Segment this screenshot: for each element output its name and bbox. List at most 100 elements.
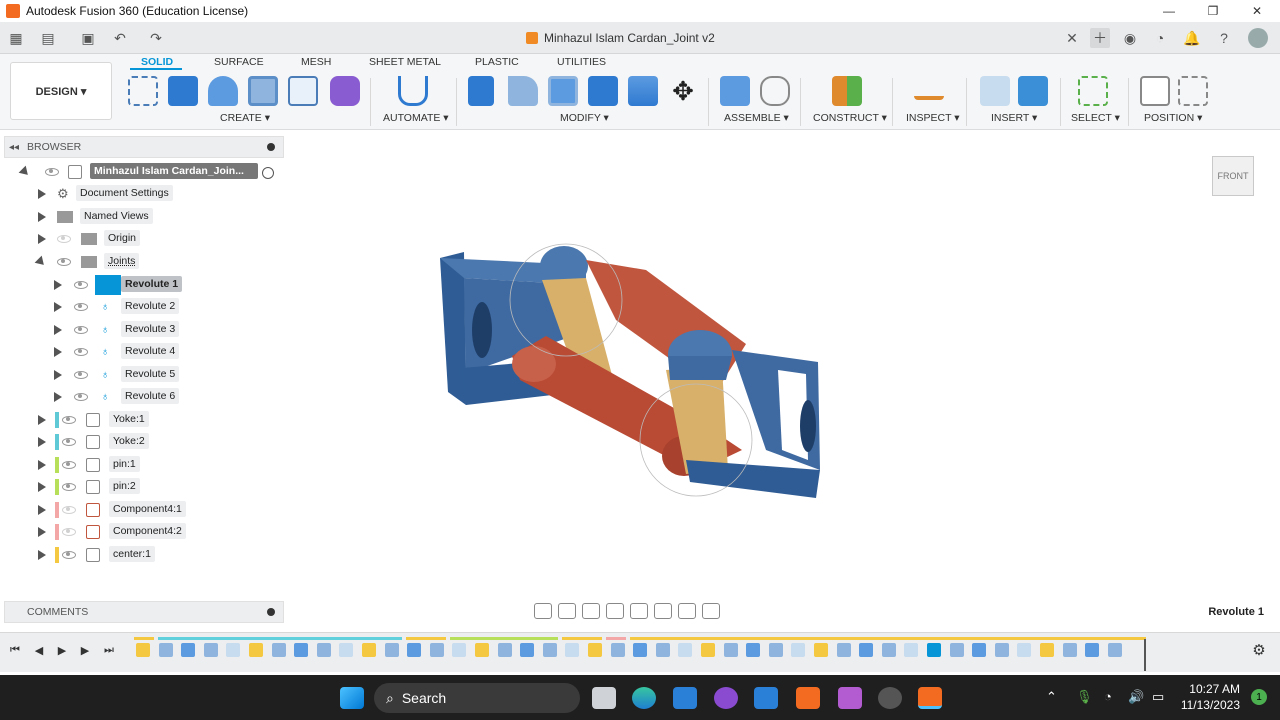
expand-icon[interactable] — [54, 370, 62, 380]
visibility-eye-icon[interactable] — [62, 416, 76, 424]
undo-icon[interactable]: ↶ — [110, 28, 130, 48]
help-icon[interactable]: ? — [1214, 28, 1234, 48]
browser-pin-icon[interactable] — [267, 143, 275, 151]
timeline-feature[interactable] — [655, 643, 670, 657]
browser-item-document-settings[interactable]: ⚙ Document Settings — [0, 184, 284, 204]
display-settings-icon[interactable] — [654, 603, 672, 619]
timeline-feature[interactable] — [746, 643, 761, 657]
redo-icon[interactable]: ↷ — [146, 28, 166, 48]
expand-icon[interactable] — [54, 347, 62, 357]
job-status-icon[interactable]: ◔ — [1150, 28, 1170, 48]
github-desktop-icon[interactable] — [714, 687, 738, 709]
go-to-end-icon[interactable]: ⏭ — [102, 643, 116, 657]
tray-chevron-icon[interactable]: ⌃ — [1046, 689, 1057, 705]
expand-icon[interactable] — [38, 482, 46, 492]
battery-icon[interactable]: ▭ — [1152, 689, 1164, 705]
notification-badge[interactable]: 1 — [1251, 689, 1267, 705]
document-tab[interactable]: Minhazul Islam Cardan_Joint v2 — [526, 27, 715, 49]
timeline-feature[interactable] — [701, 643, 715, 657]
assemble-menu[interactable]: ASSEMBLE ▾ — [724, 112, 789, 124]
media-app-icon[interactable] — [838, 687, 862, 709]
browser-item-yoke-2[interactable]: Yoke:2 — [0, 432, 284, 452]
timeline-feature[interactable] — [610, 643, 625, 657]
timeline-feature[interactable] — [814, 643, 828, 657]
timeline-feature[interactable] — [1040, 643, 1054, 657]
browser-item-component4-1[interactable]: Component4:1 — [0, 500, 284, 520]
rectangular-pattern-icon[interactable] — [288, 76, 318, 106]
visibility-eye-icon[interactable] — [45, 168, 59, 176]
orbit-icon[interactable] — [534, 603, 552, 619]
timeline-feature[interactable] — [1107, 643, 1122, 657]
windows-start-icon[interactable] — [340, 687, 364, 709]
browser-item-origin[interactable]: Origin — [0, 229, 284, 249]
inspect-menu[interactable]: INSPECT ▾ — [906, 112, 960, 124]
timeline-feature[interactable] — [1017, 643, 1032, 657]
expand-icon[interactable] — [38, 212, 46, 222]
measure-icon[interactable] — [914, 76, 944, 100]
timeline-feature[interactable] — [791, 643, 806, 657]
expand-icon[interactable] — [38, 550, 46, 560]
press-pull-icon[interactable] — [468, 76, 494, 106]
vscode-icon[interactable] — [673, 687, 697, 709]
workspace-switcher-button[interactable]: DESIGN ▾ — [10, 62, 112, 120]
tab-sheet-metal[interactable]: SHEET METAL — [369, 56, 441, 68]
close-button[interactable]: ✕ — [1234, 0, 1280, 22]
visibility-eye-icon[interactable] — [74, 303, 88, 311]
timeline[interactable]: ⏮ ◀ ▶ ▶ ⏭ ⚙ — [0, 632, 1280, 672]
visibility-eye-icon[interactable] — [57, 258, 71, 266]
timeline-feature[interactable] — [181, 643, 196, 657]
timeline-feature[interactable] — [633, 643, 648, 657]
play-icon[interactable]: ▶ — [55, 643, 69, 657]
create-menu[interactable]: CREATE ▾ — [220, 112, 270, 124]
browser-item-pin-2[interactable]: pin:2 — [0, 477, 284, 497]
look-at-icon[interactable] — [558, 603, 576, 619]
3d-viewport[interactable] — [286, 130, 1280, 600]
tab-surface[interactable]: SURFACE — [214, 56, 264, 68]
browser-item-yoke-1[interactable]: Yoke:1 — [0, 410, 284, 430]
minimize-button[interactable]: — — [1146, 0, 1192, 22]
timeline-feature[interactable] — [723, 643, 738, 657]
expand-icon[interactable] — [38, 234, 46, 244]
maximize-button[interactable]: ❐ — [1190, 0, 1236, 22]
next-step-icon[interactable]: ▶ — [78, 643, 92, 657]
browser-item-revolute-4[interactable]: ♁ Revolute 4 — [0, 342, 284, 362]
visibility-eye-icon[interactable] — [62, 551, 76, 559]
timeline-feature[interactable] — [362, 643, 376, 657]
timeline-feature[interactable] — [384, 643, 399, 657]
browser-root[interactable]: Minhazul Islam Cardan_Join... — [0, 162, 284, 182]
offset-plane-icon[interactable] — [832, 76, 862, 106]
expand-icon[interactable] — [38, 527, 46, 537]
close-tab-icon[interactable]: ✕ — [1062, 28, 1082, 48]
timeline-settings-gear-icon[interactable]: ⚙ — [1252, 642, 1266, 659]
tab-solid[interactable]: SOLID — [141, 56, 173, 68]
timeline-feature[interactable] — [1085, 643, 1100, 657]
browser-header[interactable]: ◂◂ BROWSER — [4, 136, 284, 158]
revolve-icon[interactable] — [208, 76, 238, 106]
browser-root-label[interactable]: Minhazul Islam Cardan_Join... — [90, 163, 258, 179]
timeline-feature[interactable] — [136, 643, 150, 657]
browser-item-revolute-5[interactable]: ♁ Revolute 5 — [0, 365, 284, 385]
browser-item-component4-2[interactable]: Component4:2 — [0, 522, 284, 542]
timeline-feature[interactable] — [407, 643, 422, 657]
visibility-eye-icon[interactable] — [57, 235, 71, 243]
tab-utilities[interactable]: UTILITIES — [557, 56, 606, 68]
timeline-feature[interactable] — [836, 643, 851, 657]
expand-icon[interactable] — [38, 505, 46, 515]
insert-derive-icon[interactable] — [980, 76, 1010, 106]
position-menu[interactable]: POSITION ▾ — [1144, 112, 1202, 124]
expand-icon[interactable] — [34, 255, 48, 269]
timeline-feature[interactable] — [452, 643, 467, 657]
new-tab-icon[interactable]: ＋ — [1090, 28, 1110, 48]
taskbar-clock[interactable]: 10:27 AM 11/13/2023 — [1181, 681, 1240, 713]
viewports-icon[interactable] — [702, 603, 720, 619]
timeline-feature[interactable] — [904, 643, 919, 657]
tab-mesh[interactable]: MESH — [301, 56, 331, 68]
select-icon[interactable] — [1078, 76, 1108, 106]
expand-icon[interactable] — [38, 415, 46, 425]
expand-icon[interactable] — [54, 392, 62, 402]
file-menu-icon[interactable]: ▤ — [38, 28, 58, 48]
activate-radio-icon[interactable] — [262, 167, 274, 179]
visibility-eye-icon[interactable] — [62, 528, 76, 536]
expand-icon[interactable] — [38, 460, 46, 470]
timeline-feature[interactable] — [565, 643, 580, 657]
